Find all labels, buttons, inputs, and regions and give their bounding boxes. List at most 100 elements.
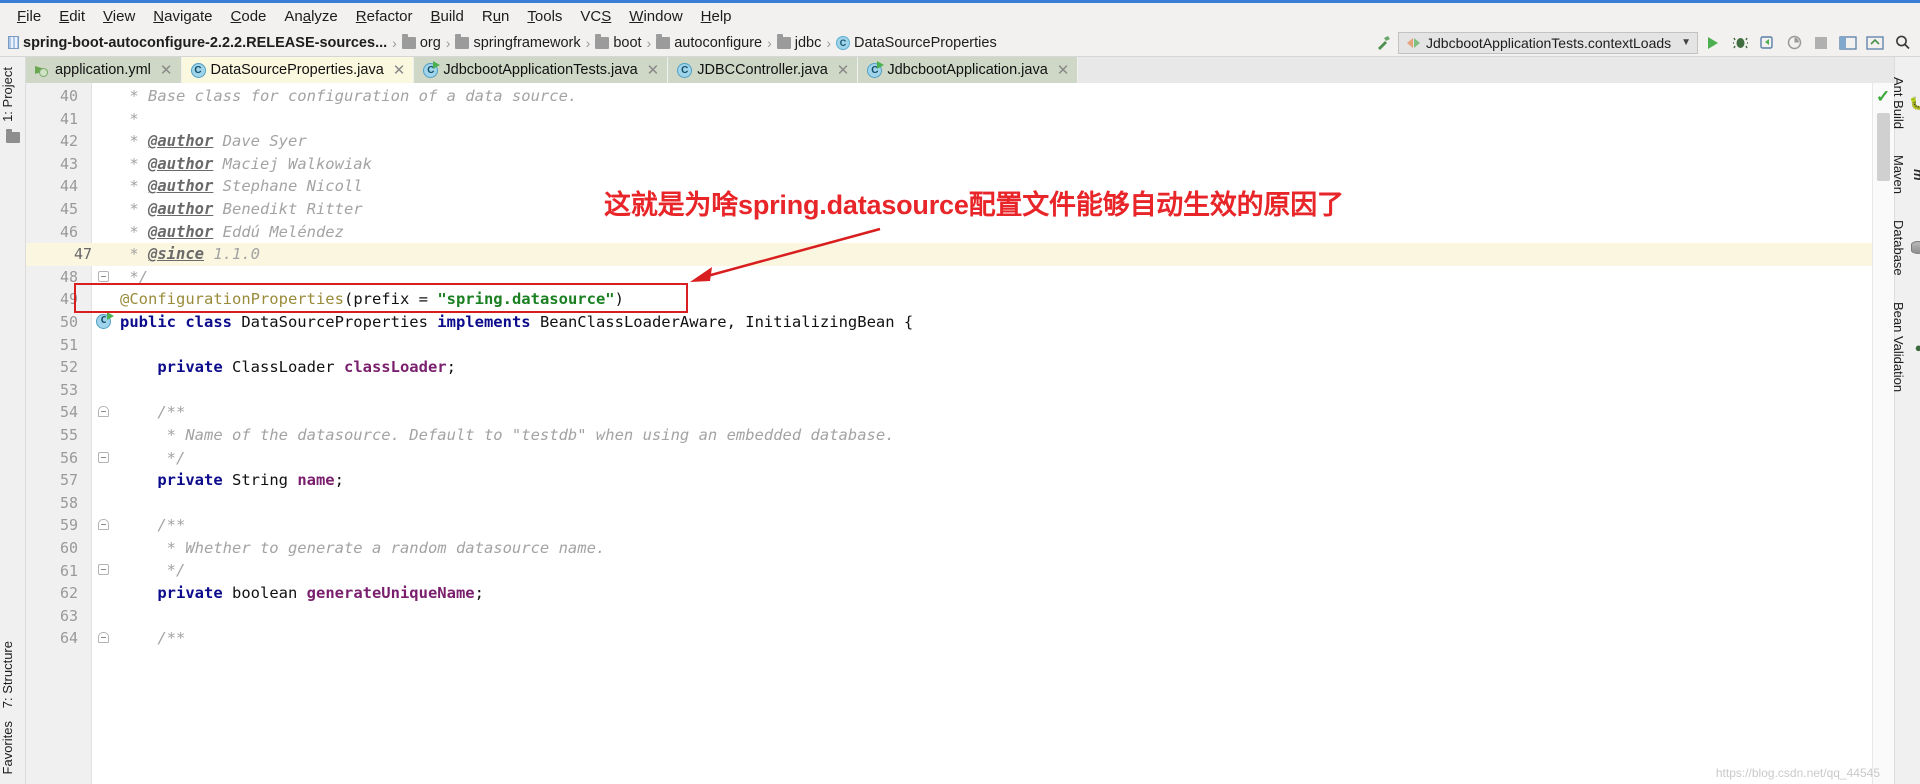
code-line[interactable]: * — [92, 108, 1872, 131]
sidebar-item-favorites[interactable]: Favorites — [0, 715, 15, 780]
code-fold-icon[interactable] — [98, 451, 109, 463]
toggle-layout-button[interactable] — [1836, 31, 1860, 55]
code-line[interactable]: private ClassLoader classLoader; — [92, 356, 1872, 379]
line-number: 58 — [59, 493, 78, 512]
debug-bug-icon — [1732, 37, 1748, 49]
chevron-down-icon[interactable]: ▼ — [1681, 37, 1691, 48]
tab-application-yml[interactable]: application.yml ✕ — [26, 57, 182, 83]
code-text: /** — [120, 403, 186, 422]
code-fold-icon[interactable] — [98, 270, 109, 282]
breadcrumb-item-datasourceproperties[interactable]: C DataSourceProperties — [834, 35, 999, 51]
menu-item-tools[interactable]: Tools — [518, 6, 571, 27]
breadcrumb-item-autoconfigure[interactable]: autoconfigure — [654, 33, 764, 51]
tab-label: JDBCController.java — [697, 62, 828, 78]
project-label: 1: Project — [0, 67, 15, 122]
menu-item-code[interactable]: Code — [222, 6, 276, 27]
code-line[interactable]: /** — [92, 514, 1872, 537]
code-line[interactable]: */ — [92, 559, 1872, 582]
breadcrumb-module[interactable]: spring-boot-autoconfigure-2.2.2.RELEASE-… — [6, 35, 389, 51]
sidebar-item-database[interactable]: Database — [1891, 214, 1920, 282]
annotation-highlight-box — [74, 283, 688, 313]
folder-icon — [595, 33, 610, 49]
menu-item-run[interactable]: Run — [473, 6, 519, 27]
tab-close-icon[interactable]: ✕ — [160, 61, 173, 79]
breadcrumb-item-org[interactable]: org — [400, 33, 443, 51]
tab-close-icon[interactable]: ✕ — [837, 61, 850, 79]
code-line[interactable]: * Name of the datasource. Default to "te… — [92, 424, 1872, 447]
menu-item-help[interactable]: Help — [692, 6, 741, 27]
sidebar-item-ant-build[interactable]: 🐛 Ant Build — [1891, 71, 1920, 135]
code-line[interactable] — [92, 492, 1872, 515]
code-line[interactable]: */ — [92, 447, 1872, 470]
project-folder-icon[interactable] — [6, 128, 20, 143]
menu-item-refactor[interactable]: Refactor — [347, 6, 422, 27]
breadcrumb-item-jdbc[interactable]: jdbc — [775, 33, 824, 51]
run-configuration-selector[interactable]: JdbcbootApplicationTests.contextLoads ▼ — [1398, 31, 1698, 54]
menu-item-edit[interactable]: Edit — [50, 6, 94, 27]
code-fold-icon[interactable] — [98, 632, 109, 644]
code-line[interactable] — [92, 379, 1872, 402]
menu-item-vcs[interactable]: VCS — [571, 6, 620, 27]
menu-item-file[interactable]: FFileile — [8, 6, 50, 27]
code-fold-icon[interactable] — [98, 406, 109, 418]
code-line[interactable]: private boolean generateUniqueName; — [92, 582, 1872, 605]
line-number: 61 — [59, 561, 78, 580]
favorites-label: Favorites — [0, 720, 15, 774]
profile-button[interactable] — [1782, 31, 1806, 55]
search-everywhere-button[interactable] — [1890, 31, 1914, 55]
sidebar-item-structure[interactable]: 7: Structure — [0, 635, 15, 714]
folder-icon — [776, 33, 791, 49]
tab-jdbcbootapplicationtests-java[interactable]: C JdbcbootApplicationTests.java ✕ — [414, 57, 669, 83]
menu-item-build[interactable]: Build — [421, 6, 472, 27]
stop-button[interactable] — [1809, 31, 1833, 55]
code-line[interactable]: /** — [92, 627, 1872, 650]
code-line[interactable] — [92, 605, 1872, 628]
tab-jdbccontroller-java[interactable]: C JDBCController.java ✕ — [668, 57, 859, 83]
line-number: 49 — [59, 290, 78, 309]
sidebar-item-bean-validation[interactable]: ● Bean Validation — [1891, 296, 1920, 398]
menu-item-window[interactable]: Window — [620, 6, 691, 27]
menu-item-navigate[interactable]: Navigate — [144, 6, 221, 27]
menu-item-view[interactable]: View — [94, 6, 144, 27]
tab-datasourceproperties-java[interactable]: C DataSourceProperties.java ✕ — [181, 57, 415, 83]
tab-close-icon[interactable]: ✕ — [1057, 61, 1070, 79]
code-line[interactable]: * @author Dave Syer — [92, 130, 1872, 153]
database-label: Database — [1891, 220, 1906, 276]
code-line[interactable] — [92, 334, 1872, 357]
code-line[interactable]: * @since 1.1.0 — [92, 243, 1872, 266]
sidebar-item-maven[interactable]: m Maven — [1891, 149, 1920, 200]
code-text: * @author Maciej Walkowiak — [120, 154, 372, 173]
code-line[interactable]: * Whether to generate a random datasourc… — [92, 537, 1872, 560]
update-button[interactable] — [1863, 31, 1887, 55]
code-line[interactable]: * @author Maciej Walkowiak — [92, 153, 1872, 176]
run-with-coverage-button[interactable] — [1755, 31, 1779, 55]
run-button[interactable] — [1701, 31, 1725, 55]
coverage-icon — [1759, 36, 1773, 49]
tab-close-icon[interactable]: ✕ — [393, 61, 406, 79]
code-line[interactable]: * @author Eddú Meléndez — [92, 221, 1872, 244]
line-number: 59 — [59, 516, 78, 535]
tab-jdbcbootapplication-java[interactable]: C JdbcbootApplication.java ✕ — [858, 57, 1079, 83]
debug-button[interactable] — [1728, 31, 1752, 55]
bean-validation-label: Bean Validation — [1891, 301, 1906, 392]
run-triangle-icon — [1708, 36, 1718, 49]
editor-scrollbar-thumb[interactable] — [1877, 113, 1890, 181]
code-line[interactable]: private String name; — [92, 469, 1872, 492]
run-gutter-marker[interactable]: C — [96, 311, 114, 329]
breadcrumb-item-boot[interactable]: boot — [593, 33, 643, 51]
line-number: 43 — [59, 154, 78, 173]
breadcrumb-item-springframework[interactable]: springframework — [453, 33, 582, 51]
folder-icon — [401, 33, 416, 49]
make-project-button[interactable] — [1371, 31, 1395, 55]
code-line[interactable]: * Base class for configuration of a data… — [92, 85, 1872, 108]
code-line[interactable]: Cpublic class DataSourceProperties imple… — [92, 311, 1872, 334]
java-runnable-class-icon: C — [423, 60, 441, 78]
ant-build-label: Ant Build — [1891, 77, 1906, 130]
code-fold-icon[interactable] — [98, 519, 109, 531]
menu-item-analyze[interactable]: Analyze — [275, 6, 346, 27]
editor-tab-bar: application.yml ✕ C DataSourceProperties… — [26, 57, 1894, 83]
code-line[interactable]: /** — [92, 401, 1872, 424]
sidebar-item-project[interactable]: 1: Project — [0, 61, 15, 128]
tab-close-icon[interactable]: ✕ — [647, 61, 660, 79]
code-fold-icon[interactable] — [98, 564, 109, 576]
